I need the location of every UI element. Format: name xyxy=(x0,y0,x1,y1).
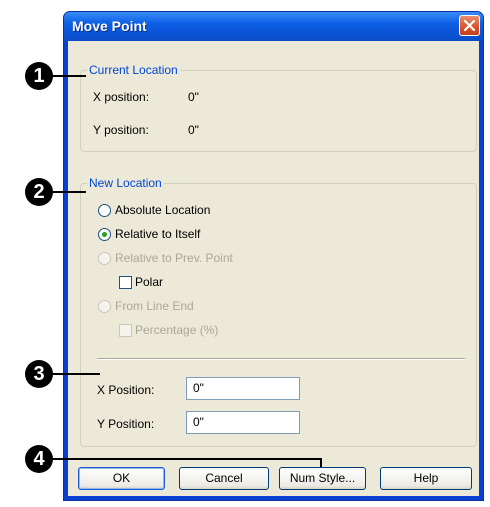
relative-to-prev-point-label: Relative to Prev. Point xyxy=(115,251,233,265)
percentage-label: Percentage (%) xyxy=(135,323,219,337)
dialog-client-area: Current Location X position: 0" Y positi… xyxy=(68,41,479,496)
cancel-button[interactable]: Cancel xyxy=(179,467,269,490)
current-location-group: Current Location X position: 0" Y positi… xyxy=(80,63,477,152)
close-button[interactable] xyxy=(459,15,480,36)
title-bar[interactable]: Move Point xyxy=(64,12,483,41)
ok-button[interactable]: OK xyxy=(78,467,165,490)
num-style-button[interactable]: Num Style... xyxy=(279,467,366,490)
callout-3: 3 xyxy=(25,360,53,388)
current-location-legend: Current Location xyxy=(87,63,180,77)
from-line-end-label: From Line End xyxy=(115,299,194,313)
polar-label: Polar xyxy=(135,275,164,289)
help-button[interactable]: Help xyxy=(380,467,472,490)
relative-to-prev-point-radio[interactable] xyxy=(98,252,111,265)
polar-checkbox[interactable] xyxy=(119,276,132,289)
callout-1: 1 xyxy=(25,62,53,90)
dialog-title: Move Point xyxy=(72,18,147,34)
relative-to-itself-radio[interactable] xyxy=(98,228,111,241)
new-y-position-label: Y Position: xyxy=(97,417,155,431)
current-x-value: 0" xyxy=(188,90,199,104)
relative-to-itself-label: Relative to Itself xyxy=(115,227,201,241)
callout-2: 2 xyxy=(25,178,53,206)
absolute-location-label: Absolute Location xyxy=(115,203,211,217)
callout-4-leader xyxy=(40,458,322,460)
current-x-label: X position: xyxy=(93,90,150,104)
current-y-label: Y position: xyxy=(93,123,149,137)
x-position-input[interactable]: 0" xyxy=(186,377,300,400)
move-point-dialog: Move Point Current Location X position: … xyxy=(63,11,484,501)
from-line-end-radio[interactable] xyxy=(98,300,111,313)
callout-4-leader-drop xyxy=(320,458,322,467)
new-x-position-label: X Position: xyxy=(97,383,155,397)
current-y-value: 0" xyxy=(188,123,199,137)
absolute-location-radio[interactable] xyxy=(98,204,111,217)
group-separator xyxy=(97,358,465,360)
callout-4: 4 xyxy=(25,445,53,473)
percentage-checkbox[interactable] xyxy=(119,324,132,337)
new-location-group: New Location Absolute Location Relative … xyxy=(80,176,477,447)
new-location-legend: New Location xyxy=(87,176,164,190)
y-position-input[interactable]: 0" xyxy=(186,411,300,434)
